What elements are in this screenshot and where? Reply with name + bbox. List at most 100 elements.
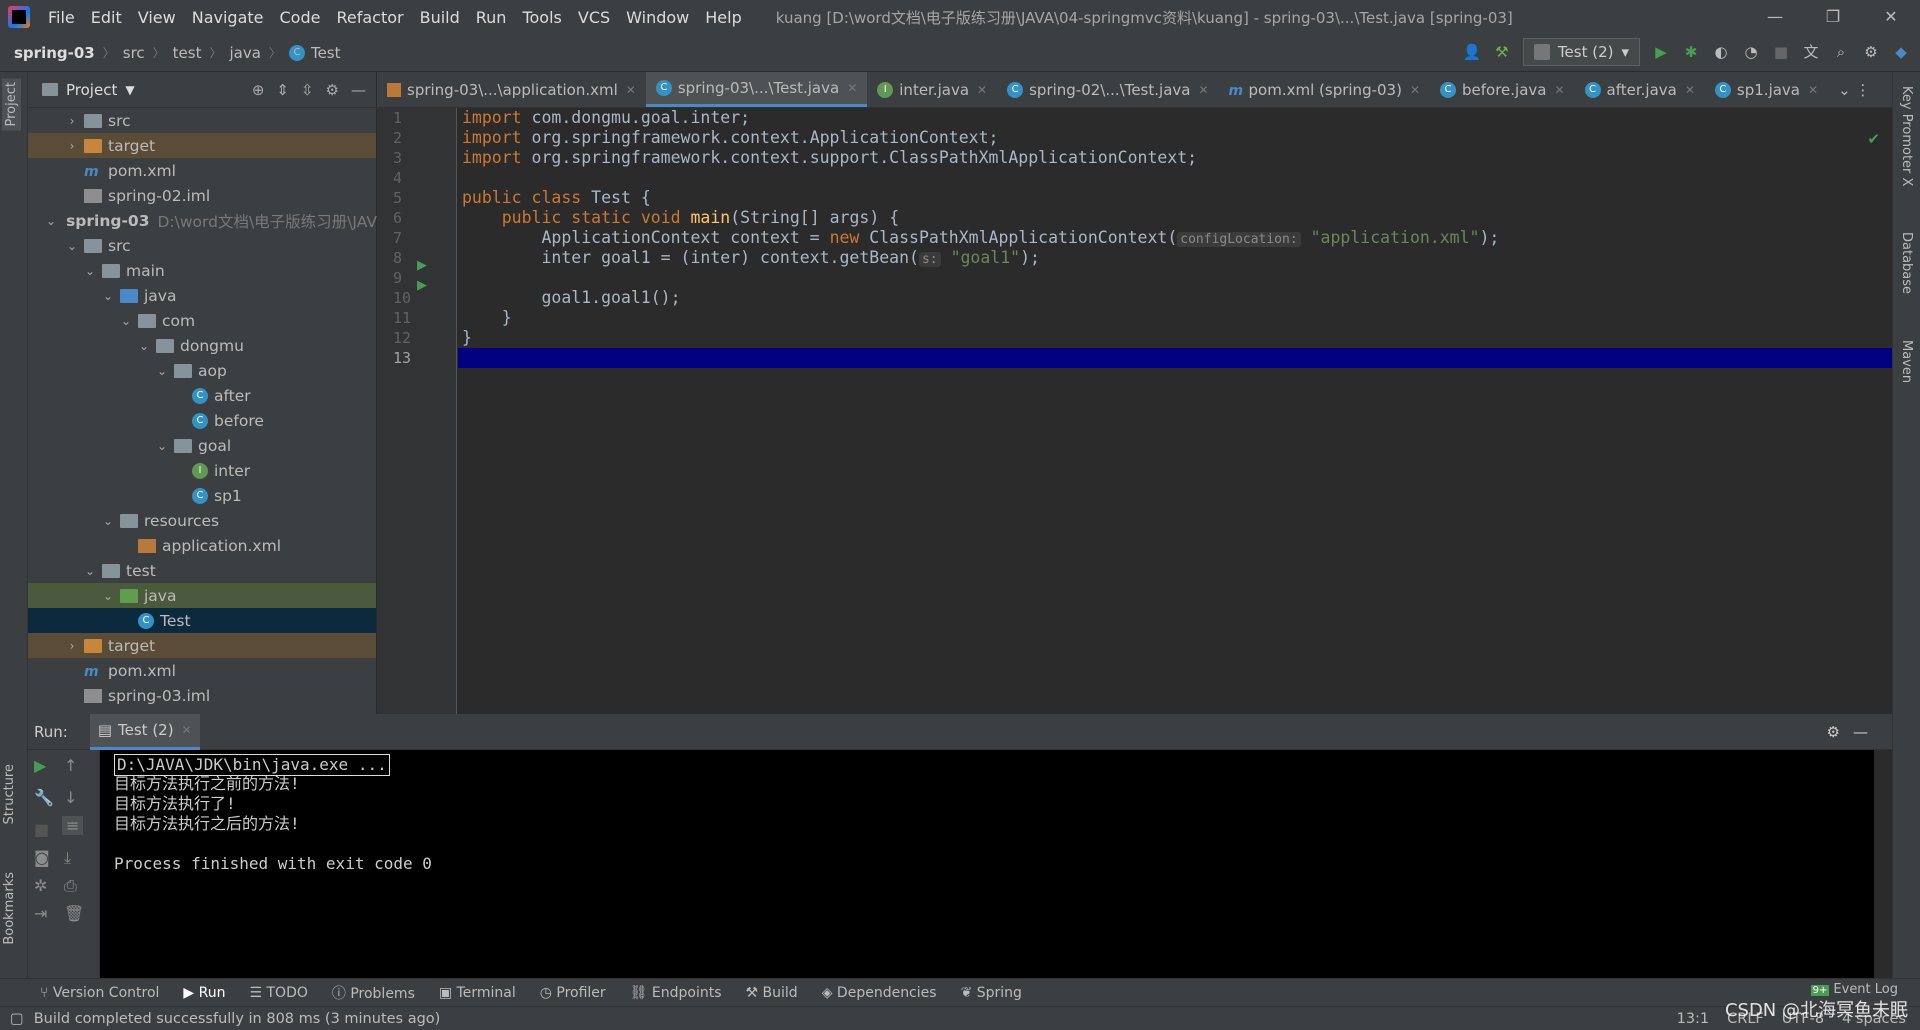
coverage-icon[interactable]: ◐: [1712, 43, 1730, 61]
camera-icon[interactable]: ◙: [34, 848, 50, 867]
run-hide-icon[interactable]: —: [1853, 723, 1868, 741]
menu-edit[interactable]: Edit: [83, 8, 130, 27]
menu-view[interactable]: View: [130, 8, 184, 27]
tree-node-inter[interactable]: Iinter: [28, 458, 376, 483]
tree-node-sp1[interactable]: Csp1: [28, 483, 376, 508]
minimize-icon[interactable]: —: [1746, 0, 1804, 34]
run-tab[interactable]: ▤ Test (2) ✕: [89, 713, 200, 750]
tool-window-build[interactable]: ⚒ Build: [746, 985, 798, 1001]
chevron-down-icon[interactable]: ▼: [125, 83, 134, 97]
tree-node-target[interactable]: › target: [28, 133, 376, 158]
editor-tab[interactable]: Csp1.java ✕: [1705, 72, 1828, 107]
expand-all-icon[interactable]: ⇕: [276, 81, 289, 99]
editor-tab[interactable]: Cspring-03\...\Test.java ✕: [645, 72, 868, 107]
close-tab-icon[interactable]: ✕: [182, 723, 192, 737]
editor-tab[interactable]: Iinter.java ✕: [867, 72, 997, 107]
tree-node-spring-03[interactable]: ⌄ spring-03 D:\word文档\电子版练习册\JAV: [28, 208, 377, 233]
expand-arrow-icon[interactable]: ⌄: [82, 564, 98, 578]
project-side-tab[interactable]: Project: [2, 78, 21, 131]
editor-tab[interactable]: Cbefore.java ✕: [1430, 72, 1575, 107]
java-exe-command[interactable]: D:\JAVA\JDK\bin\java.exe ...: [114, 754, 390, 776]
expand-arrow-icon[interactable]: ⌄: [100, 514, 116, 528]
project-panel-title[interactable]: Project: [66, 81, 117, 99]
exit-icon[interactable]: ⇥: [34, 904, 47, 923]
expand-arrow-icon[interactable]: ⌄: [64, 239, 80, 253]
expand-arrow-icon[interactable]: ⌄: [118, 314, 134, 328]
close-tab-icon[interactable]: ✕: [1685, 83, 1695, 97]
locate-icon[interactable]: ⊕: [252, 81, 265, 99]
editor-tab[interactable]: Cspring-02\...\Test.java ✕: [997, 72, 1218, 107]
gear-icon[interactable]: ⚙: [326, 81, 339, 99]
build-hammer-icon[interactable]: ⚒: [1493, 43, 1511, 61]
expand-arrow-icon[interactable]: ⌄: [100, 289, 116, 303]
expand-arrow-icon[interactable]: ⌄: [136, 339, 152, 353]
wrench-icon[interactable]: 🔧: [34, 788, 54, 807]
bookmarks-side-tab[interactable]: Bookmarks: [2, 872, 17, 945]
hide-icon[interactable]: —: [351, 81, 366, 99]
tool-window-dependencies[interactable]: ◈ Dependencies: [822, 985, 937, 1001]
close-tab-icon[interactable]: ✕: [1808, 83, 1818, 97]
breadcrumb-test[interactable]: test: [173, 44, 202, 62]
up-icon[interactable]: ↑: [64, 756, 77, 775]
menu-navigate[interactable]: Navigate: [184, 8, 272, 27]
breadcrumb-class[interactable]: Test: [311, 44, 341, 62]
tool-window-problems[interactable]: ⓘ Problems: [332, 983, 415, 1003]
breadcrumb-project[interactable]: spring-03: [14, 44, 95, 62]
expand-arrow-icon[interactable]: ›: [64, 114, 80, 128]
caret-position[interactable]: 13:1: [1677, 1011, 1710, 1027]
run-icon[interactable]: ▶: [1652, 43, 1670, 61]
tree-node-src[interactable]: › src: [28, 108, 376, 133]
menu-refactor[interactable]: Refactor: [328, 8, 411, 27]
menu-file[interactable]: File: [40, 8, 83, 27]
stop-icon[interactable]: ■: [1772, 43, 1790, 61]
user-icon[interactable]: 👤: [1463, 43, 1482, 61]
soft-wrap-icon[interactable]: ≡: [62, 816, 84, 835]
tree-node-goal[interactable]: ⌄ goal: [28, 433, 376, 458]
expand-arrow-icon[interactable]: ⌄: [100, 589, 116, 603]
settings-icon[interactable]: ⚙: [1862, 43, 1880, 61]
tree-node-spring-02-iml[interactable]: spring-02.iml: [28, 183, 376, 208]
tree-node-dongmu[interactable]: ⌄ dongmu: [28, 333, 376, 358]
code-area[interactable]: import com.dongmu.goal.inter; import org.…: [458, 108, 1892, 714]
tree-node-target[interactable]: › target: [28, 633, 376, 658]
rerun-icon[interactable]: ▶: [34, 756, 46, 775]
close-icon[interactable]: ✕: [1862, 0, 1920, 34]
toolbox-icon[interactable]: ◆: [1892, 43, 1910, 61]
tree-node-aop[interactable]: ⌄ aop: [28, 358, 376, 383]
tool-window-spring[interactable]: ❦ Spring: [961, 985, 1022, 1001]
tree-node-java[interactable]: ⌄ java: [28, 583, 376, 608]
trash-icon[interactable]: 🗑: [64, 904, 84, 923]
stop-run-icon[interactable]: ■: [34, 820, 49, 839]
close-tab-icon[interactable]: ✕: [1554, 83, 1564, 97]
menu-help[interactable]: Help: [697, 8, 749, 27]
collapse-all-icon[interactable]: ⇳: [301, 81, 314, 99]
tree-node-pom-xml[interactable]: m pom.xml: [28, 658, 376, 683]
close-tab-icon[interactable]: ✕: [1198, 83, 1208, 97]
expand-arrow-icon[interactable]: ⌄: [82, 264, 98, 278]
key-promoter-side-tab[interactable]: Key Promoter X: [1899, 86, 1914, 186]
tool-window-todo[interactable]: ☰ TODO: [249, 985, 307, 1001]
tool-window-version-control[interactable]: ⑂ Version Control: [40, 985, 159, 1001]
search-icon[interactable]: ⌕: [1832, 43, 1850, 61]
scroll-end-icon[interactable]: ⤓: [64, 848, 71, 868]
tree-node-pom-xml[interactable]: m pom.xml: [28, 158, 376, 183]
run-config-select[interactable]: Test (2) ▾: [1522, 38, 1640, 66]
console-output[interactable]: D:\JAVA\JDK\bin\java.exe ... 目标方法执行之前的方法!…: [100, 750, 1874, 978]
tool-window-terminal[interactable]: ▣ Terminal: [439, 985, 516, 1001]
tree-node-java[interactable]: ⌄ java: [28, 283, 376, 308]
tool-window-run[interactable]: ▶ Run: [183, 985, 225, 1001]
pin-icon[interactable]: ✲: [34, 876, 47, 895]
tool-window-profiler[interactable]: ◷ Profiler: [540, 985, 606, 1001]
tree-node-test[interactable]: C Test: [28, 608, 376, 633]
close-tab-icon[interactable]: ✕: [847, 81, 857, 95]
tree-node-resources[interactable]: ⌄ resources: [28, 508, 376, 533]
more-tabs-icon[interactable]: ⌄ ⋮: [1828, 72, 1880, 107]
tree-node-spring-03-iml[interactable]: spring-03.iml: [28, 683, 376, 708]
expand-arrow-icon[interactable]: ⌄: [154, 364, 170, 378]
database-side-tab[interactable]: Database: [1899, 232, 1914, 294]
tree-node-src[interactable]: ⌄ src: [28, 233, 376, 258]
menu-window[interactable]: Window: [618, 8, 697, 27]
expand-arrow-icon[interactable]: ›: [64, 639, 80, 653]
menu-tools[interactable]: Tools: [514, 8, 569, 27]
menu-run[interactable]: Run: [468, 8, 515, 27]
